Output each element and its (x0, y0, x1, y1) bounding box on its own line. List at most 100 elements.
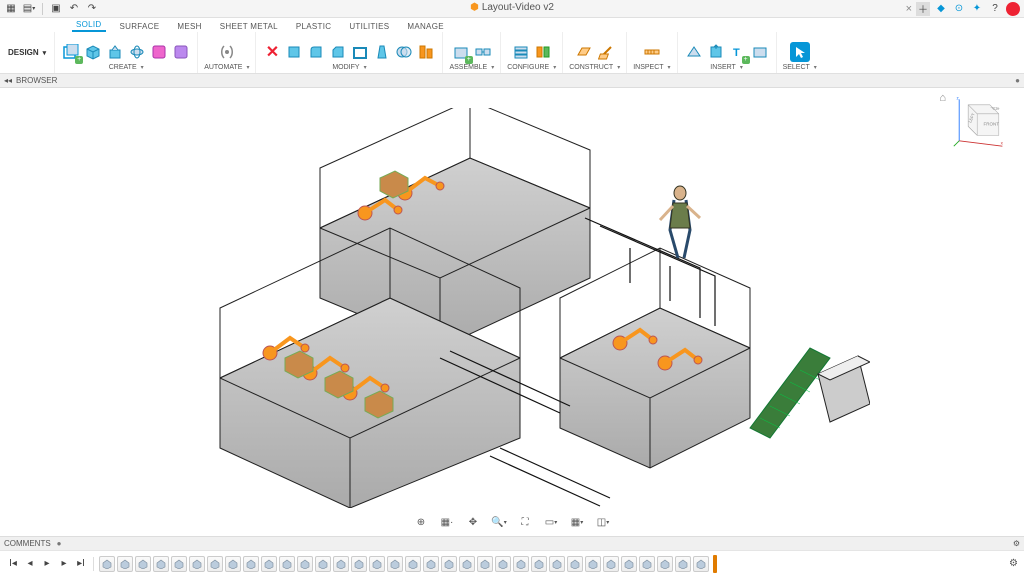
app-menu-icon[interactable]: ▦ (4, 2, 18, 16)
plane-icon[interactable] (574, 42, 594, 62)
user-avatar[interactable] (1006, 2, 1020, 16)
dropdown-caret-icon[interactable] (615, 64, 620, 71)
timeline-play-icon[interactable]: ▸ (40, 557, 54, 571)
timeline-feature[interactable] (621, 556, 637, 572)
timeline-feature[interactable] (117, 556, 133, 572)
dropdown-caret-icon[interactable] (489, 64, 494, 71)
workspace-switcher[interactable]: DESIGN▾ (0, 32, 55, 73)
insert-text-icon[interactable]: T+ (728, 42, 748, 62)
timeline-feature[interactable] (243, 556, 259, 572)
timeline-feature[interactable] (405, 556, 421, 572)
grid-settings-icon[interactable]: ▦▾ (569, 514, 585, 530)
insert-mesh-icon[interactable] (684, 42, 704, 62)
timeline-feature[interactable] (333, 556, 349, 572)
timeline-feature[interactable] (135, 556, 151, 572)
fillet-icon[interactable] (306, 42, 326, 62)
settings-gear-icon[interactable]: ⚙ (1013, 539, 1020, 548)
timeline-feature[interactable] (189, 556, 205, 572)
viewport-layout-icon[interactable]: ◫▾ (595, 514, 611, 530)
timeline-feature[interactable] (549, 556, 565, 572)
timeline-start-icon[interactable]: I◂ (6, 557, 20, 571)
help-icon[interactable]: ? (988, 2, 1002, 16)
save-icon[interactable]: ▣ (49, 2, 63, 16)
timeline-feature[interactable] (153, 556, 169, 572)
fit-icon[interactable]: ⛶ (517, 514, 533, 530)
timeline-feature[interactable] (423, 556, 439, 572)
timeline-feature[interactable] (315, 556, 331, 572)
timeline-feature[interactable] (513, 556, 529, 572)
combine-icon[interactable] (394, 42, 414, 62)
timeline-scrubber[interactable] (713, 555, 717, 573)
timeline-feature[interactable] (567, 556, 583, 572)
undo-icon[interactable]: ↶ (67, 2, 81, 16)
tab-utilities[interactable]: UTILITIES (345, 21, 393, 32)
change-parameters-icon[interactable] (533, 42, 553, 62)
timeline-feature[interactable] (441, 556, 457, 572)
file-icon[interactable]: ▤▾ (22, 2, 36, 16)
zoom-icon[interactable]: 🔍▾ (491, 514, 507, 530)
browser-panel-header[interactable]: ◂◂ BROWSER ● (0, 74, 1024, 88)
timeline-feature[interactable] (459, 556, 475, 572)
timeline-feature[interactable] (171, 556, 187, 572)
redo-icon[interactable]: ↷ (85, 2, 99, 16)
tab-sheet-metal[interactable]: SHEET METAL (216, 21, 282, 32)
extensions-icon[interactable]: ◆ (934, 2, 948, 16)
display-settings-icon[interactable]: ▭▾ (543, 514, 559, 530)
emboss-icon[interactable] (149, 42, 169, 62)
new-sketch-icon[interactable]: + (61, 42, 81, 62)
dropdown-caret-icon[interactable] (139, 64, 144, 71)
timeline-forward-icon[interactable]: ▸ (57, 557, 71, 571)
insert-derive-icon[interactable] (706, 42, 726, 62)
timeline-feature[interactable] (351, 556, 367, 572)
dropdown-caret-icon[interactable] (362, 64, 367, 71)
timeline-feature[interactable] (693, 556, 709, 572)
measure-icon[interactable] (642, 42, 662, 62)
timeline-feature[interactable] (603, 556, 619, 572)
timeline-feature[interactable] (585, 556, 601, 572)
tab-mesh[interactable]: MESH (173, 21, 205, 32)
automate-icon[interactable] (217, 42, 237, 62)
close-tab-icon[interactable]: × (906, 3, 912, 15)
look-at-icon[interactable]: ▦· (439, 514, 455, 530)
jobs-icon[interactable]: ✦ (970, 2, 984, 16)
timeline-feature[interactable] (225, 556, 241, 572)
orbit-icon[interactable]: ⊕ (413, 514, 429, 530)
timeline-feature[interactable] (297, 556, 313, 572)
pin-icon[interactable]: ● (57, 539, 62, 548)
tab-plastic[interactable]: PLASTIC (292, 21, 335, 32)
chamfer-icon[interactable] (328, 42, 348, 62)
comments-panel-header[interactable]: COMMENTS ● ⚙ (0, 536, 1024, 550)
delete-icon[interactable]: ✕ (262, 42, 282, 62)
tab-manage[interactable]: MANAGE (403, 21, 447, 32)
hole-icon[interactable] (171, 42, 191, 62)
align-icon[interactable] (416, 42, 436, 62)
viewcube[interactable]: FRONT LEFT TOP z x (952, 94, 1006, 148)
draft-icon[interactable] (372, 42, 392, 62)
timeline-feature[interactable] (261, 556, 277, 572)
dropdown-caret-icon[interactable] (738, 64, 743, 71)
new-component-icon[interactable]: + (451, 42, 471, 62)
notifications-icon[interactable]: ⊙ (952, 2, 966, 16)
timeline-end-icon[interactable]: ▸I (74, 557, 88, 571)
collapse-left-icon[interactable]: ◂◂ (4, 76, 12, 85)
timeline-feature[interactable] (495, 556, 511, 572)
press-pull-icon[interactable] (284, 42, 304, 62)
shell-icon[interactable] (350, 42, 370, 62)
timeline-feature[interactable] (279, 556, 295, 572)
timeline-feature[interactable] (477, 556, 493, 572)
new-tab-icon[interactable]: ＋ (916, 2, 930, 16)
timeline-feature[interactable] (657, 556, 673, 572)
revolve-icon[interactable] (127, 42, 147, 62)
insert-decal-icon[interactable] (750, 42, 770, 62)
home-view-icon[interactable]: ⌂ (939, 92, 946, 104)
timeline-feature[interactable] (387, 556, 403, 572)
joint-icon[interactable] (473, 42, 493, 62)
timeline-feature[interactable] (531, 556, 547, 572)
pin-icon[interactable]: ● (1015, 76, 1020, 85)
timeline-feature[interactable] (369, 556, 385, 572)
dropdown-caret-icon[interactable] (812, 64, 817, 71)
tab-surface[interactable]: SURFACE (116, 21, 164, 32)
dropdown-caret-icon[interactable] (666, 64, 671, 71)
viewport-canvas[interactable]: ⌂ FRONT LEFT TOP z x (0, 88, 1024, 536)
timeline-feature[interactable] (207, 556, 223, 572)
